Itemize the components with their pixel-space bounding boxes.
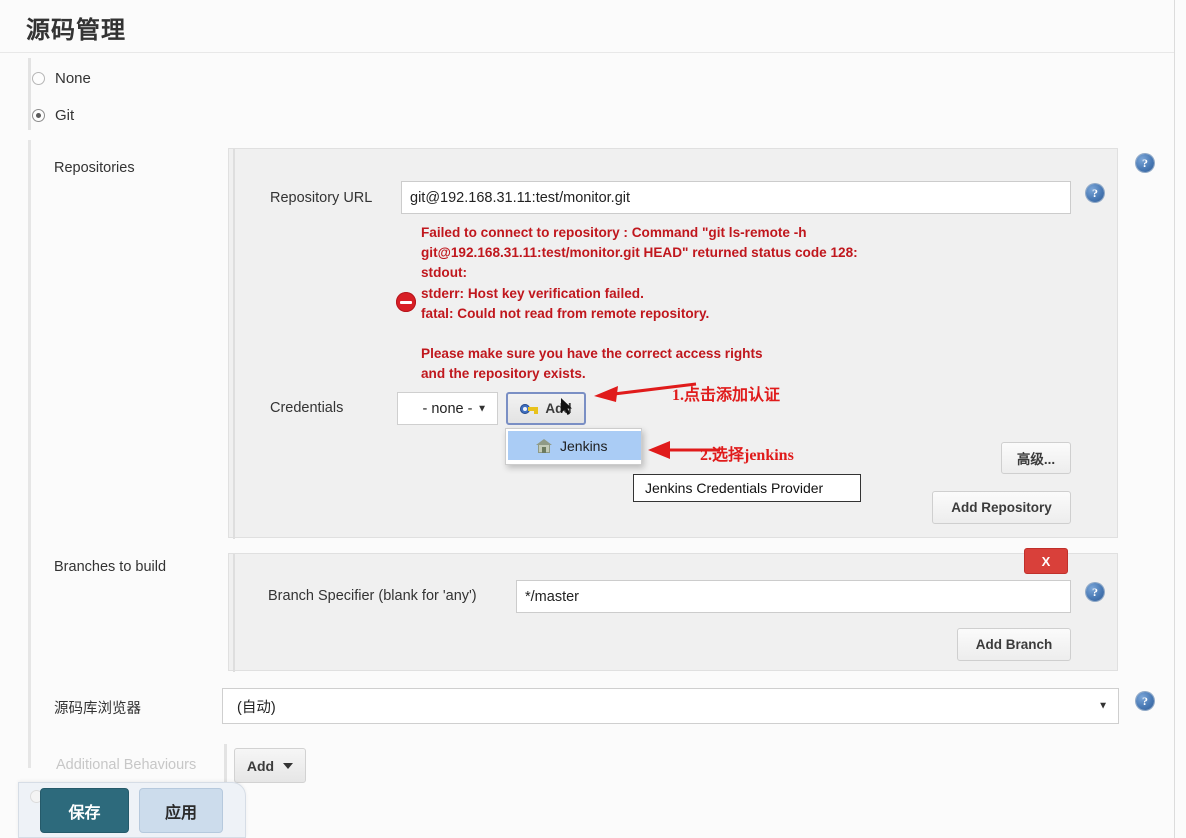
branch-specifier-help-icon[interactable]: ? [1086, 583, 1104, 601]
title-divider [0, 52, 1174, 53]
advanced-button[interactable]: 高级... [1001, 442, 1071, 474]
credentials-select[interactable]: - none - ▼ [397, 392, 498, 425]
branches-label: Branches to build [54, 559, 167, 575]
scm-radio-group: None Git [28, 58, 1174, 130]
additional-behaviours-add-button[interactable]: Add [234, 748, 306, 783]
page-title: 源码管理 [26, 17, 126, 44]
annotation-label-2: 2.选择jenkins [700, 447, 794, 464]
additional-behaviours-spine [224, 744, 227, 786]
add-credentials-button[interactable]: Add [506, 392, 586, 425]
repository-browser-label: 源码库浏览器 [54, 701, 141, 717]
page-right-border [1174, 0, 1175, 838]
add-repository-button-label: Add Repository [951, 500, 1052, 515]
additional-behaviours-label: Additional Behaviours [56, 757, 197, 773]
save-button[interactable]: 保存 [40, 788, 129, 833]
annotation-label-1: 1.点击添加认证 [672, 387, 781, 404]
credentials-label: Credentials [270, 400, 344, 416]
form-left-spine [28, 140, 31, 768]
error-circle-icon [396, 292, 416, 312]
repository-browser-select[interactable]: (自动) ▼ [222, 688, 1119, 724]
repository-browser-help-icon[interactable]: ? [1136, 692, 1154, 710]
dropdown-item-jenkins[interactable]: Jenkins [508, 431, 641, 460]
credentials-provider-tooltip: Jenkins Credentials Provider [633, 474, 861, 502]
repository-error-message: Failed to connect to repository : Comman… [421, 225, 858, 382]
additional-behaviours-add-label: Add [246, 757, 275, 774]
branch-specifier-input[interactable] [516, 580, 1071, 613]
credentials-provider-dropdown[interactable]: Jenkins [505, 428, 642, 465]
repository-url-label: Repository URL [270, 190, 373, 206]
chevron-down-icon-browser: ▼ [1098, 700, 1108, 712]
scm-option-git[interactable]: Git [32, 102, 74, 128]
radio-git-icon[interactable] [32, 108, 45, 122]
scm-option-none-label: None [55, 69, 91, 87]
scm-option-none[interactable]: None [32, 65, 91, 91]
radio-group-spine [28, 58, 31, 130]
chevron-down-icon: ▼ [477, 403, 487, 414]
caret-down-icon [283, 762, 294, 769]
radio-none-icon[interactable] [32, 71, 45, 85]
add-branch-button[interactable]: Add Branch [957, 628, 1071, 661]
dropdown-item-jenkins-label: Jenkins [560, 437, 608, 454]
repository-url-help-icon[interactable]: ? [1086, 184, 1104, 202]
scm-config-page: 源码管理 None Git Repositories ? Repository … [0, 0, 1186, 838]
key-icon [520, 403, 539, 415]
add-credentials-button-label: Add [545, 401, 572, 416]
scm-option-git-label: Git [55, 106, 75, 124]
branches-panel-spine [233, 554, 235, 672]
repository-url-input[interactable] [401, 181, 1071, 214]
advanced-button-label: 高级... [1016, 452, 1056, 467]
jenkins-house-icon [536, 438, 552, 453]
credentials-select-value: - none - [422, 400, 473, 417]
repositories-label: Repositories [54, 160, 135, 176]
apply-button[interactable]: 应用 [139, 788, 223, 833]
branch-specifier-label: Branch Specifier (blank for 'any') [268, 588, 477, 604]
repositories-help-icon[interactable]: ? [1136, 154, 1154, 172]
repository-browser-value: (自动) [237, 699, 276, 716]
repositories-panel-spine [233, 149, 235, 539]
delete-branch-button[interactable]: X [1024, 548, 1068, 574]
add-repository-button[interactable]: Add Repository [932, 491, 1071, 524]
add-branch-button-label: Add Branch [975, 637, 1053, 652]
